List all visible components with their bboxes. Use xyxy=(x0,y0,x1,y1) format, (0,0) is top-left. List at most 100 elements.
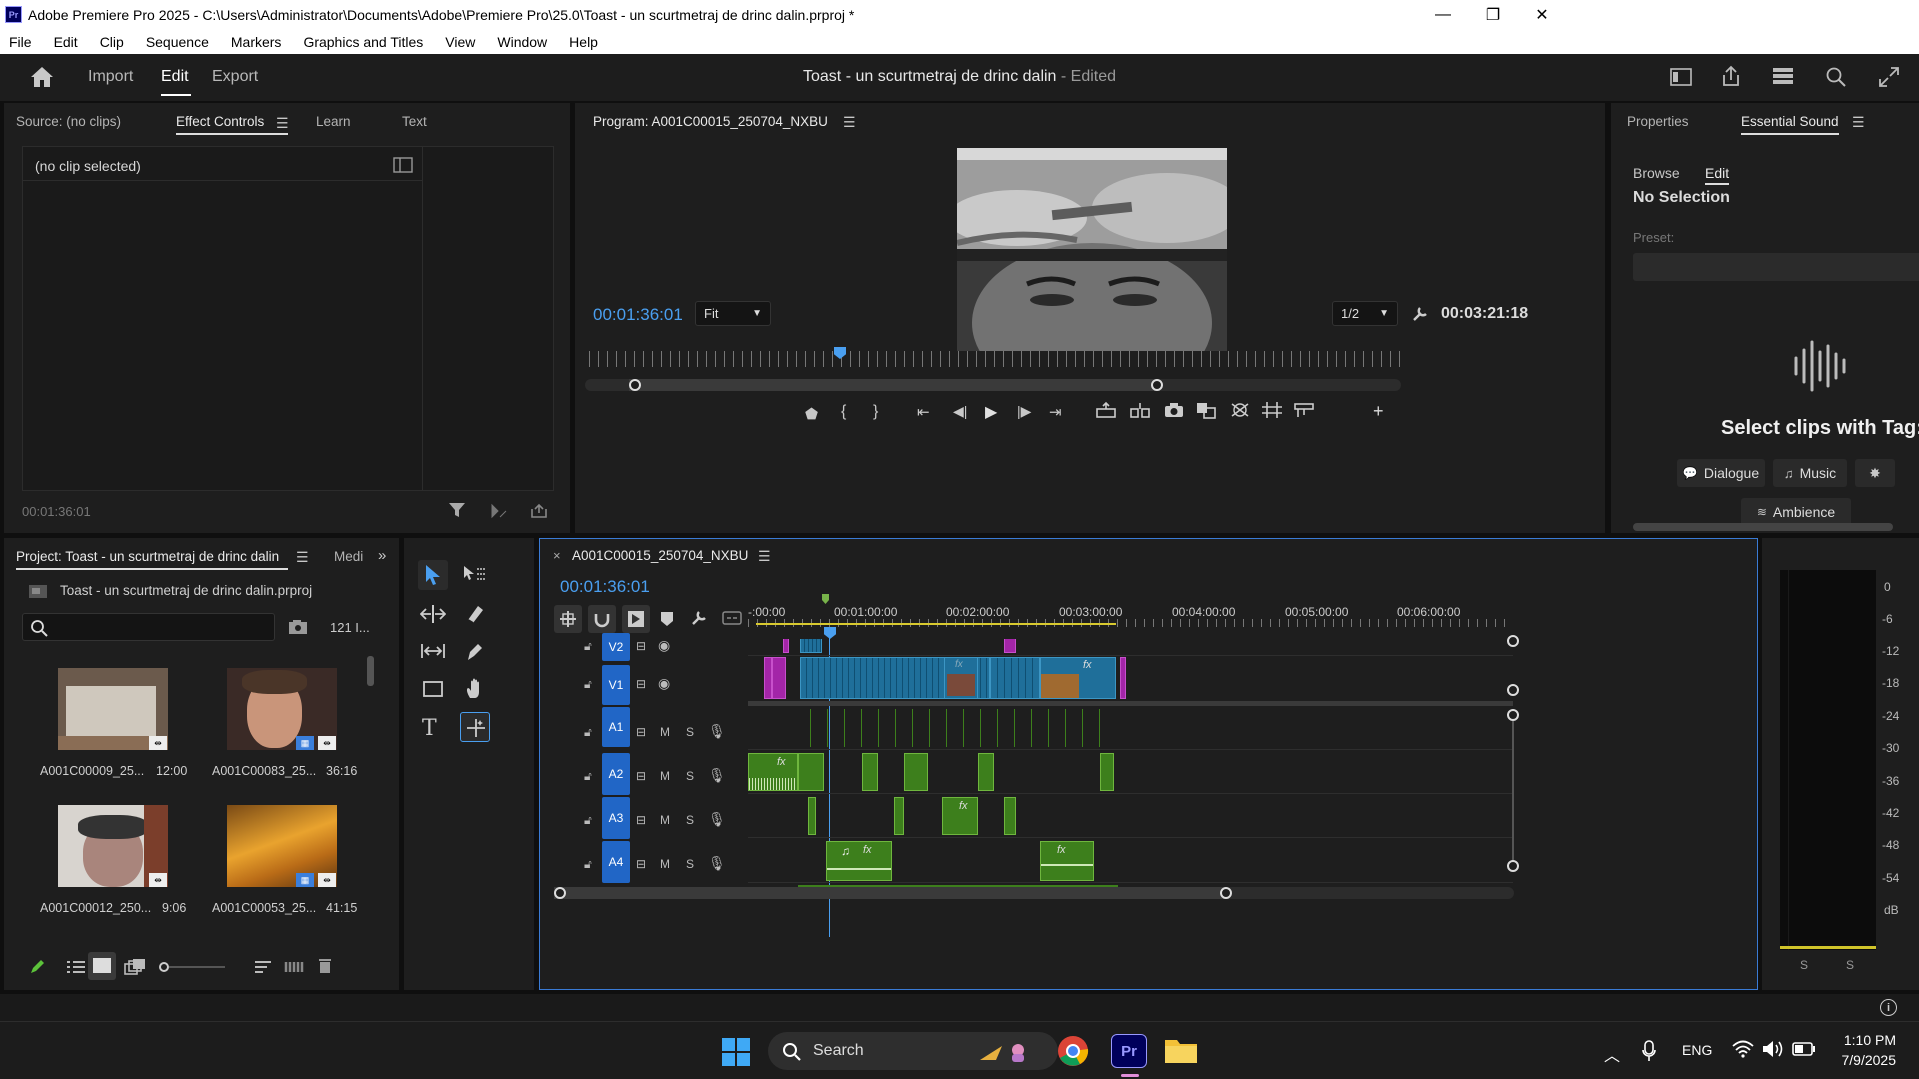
wifi-icon[interactable] xyxy=(1732,1040,1754,1058)
premiere-taskbar-icon[interactable]: Pr xyxy=(1111,1034,1147,1068)
lock-icon[interactable]: 🔓︎ xyxy=(584,769,592,784)
export-frame-camera-icon[interactable] xyxy=(1163,401,1185,419)
program-current-timecode[interactable]: 00:01:36:01 xyxy=(593,305,683,325)
tab-source[interactable]: Source: (no clips) xyxy=(16,114,121,129)
go-to-in-icon[interactable]: ⇤ xyxy=(917,403,930,421)
sync-lock-icon[interactable]: ⊟ xyxy=(636,677,646,691)
video-clip[interactable]: fx xyxy=(944,657,978,699)
pencil-icon[interactable] xyxy=(28,958,46,976)
menu-edit[interactable]: Edit xyxy=(51,34,81,50)
mute-button[interactable]: M xyxy=(660,769,670,783)
sync-lock-icon[interactable]: ⊟ xyxy=(636,639,646,653)
more-panels-icon[interactable]: » xyxy=(378,547,386,564)
pen-tool-icon[interactable] xyxy=(464,640,486,662)
project-tab[interactable]: Project: Toast - un scurtmetraj de drinc… xyxy=(16,549,279,564)
tray-expand-icon[interactable]: ︿ xyxy=(1604,1042,1620,1066)
video-clip[interactable] xyxy=(1120,657,1126,699)
timeline-zoom-range[interactable] xyxy=(554,887,1226,899)
program-time-ruler[interactable] xyxy=(589,351,1401,367)
subtab-edit[interactable]: Edit xyxy=(1705,165,1729,181)
preset-dropdown[interactable] xyxy=(1633,253,1919,281)
chrome-icon[interactable] xyxy=(1056,1034,1090,1068)
battery-icon[interactable] xyxy=(1792,1042,1816,1056)
timeline-playhead[interactable] xyxy=(824,627,836,639)
tab-text[interactable]: Text xyxy=(402,114,427,129)
track-a4[interactable]: A4 xyxy=(602,841,630,883)
play-icon[interactable]: ▶ xyxy=(985,402,997,422)
microphone-icon[interactable]: 🎙︎ xyxy=(708,855,726,872)
video-clip[interactable] xyxy=(1004,639,1016,653)
menu-file[interactable]: File xyxy=(6,34,35,50)
subtab-browse[interactable]: Browse xyxy=(1633,165,1680,181)
timeline-zoom-handle-right[interactable] xyxy=(1220,887,1232,899)
mute-button[interactable]: M xyxy=(660,857,670,871)
tab-essential-sound[interactable]: Essential Sound xyxy=(1741,114,1839,129)
settings-wrench-icon[interactable] xyxy=(1411,305,1429,323)
resolution-select[interactable]: 1/2 ▼ xyxy=(1332,301,1398,326)
proxy-toggle-icon[interactable] xyxy=(1229,401,1251,419)
clock-date[interactable]: 7/9/2025 xyxy=(1832,1052,1897,1068)
sync-lock-icon[interactable]: ⊟ xyxy=(636,813,646,827)
program-zoom-range[interactable] xyxy=(629,379,1155,391)
windows-start-icon[interactable] xyxy=(721,1037,751,1067)
audio-clip[interactable] xyxy=(862,753,878,791)
audio-clip[interactable]: fx xyxy=(942,797,978,835)
lock-icon[interactable]: 🔓︎ xyxy=(584,813,592,828)
generative-extend-button[interactable] xyxy=(460,712,490,742)
menu-window[interactable]: Window xyxy=(494,34,550,50)
ripple-edit-icon[interactable] xyxy=(420,604,446,624)
tag-music-button[interactable]: ♫ Music xyxy=(1773,459,1847,487)
es-menu-icon[interactable]: ☰ xyxy=(1852,114,1865,131)
video-clip[interactable] xyxy=(990,657,1040,699)
tab-effect-controls[interactable]: Effect Controls xyxy=(176,114,264,129)
rectangle-tool-icon[interactable] xyxy=(422,680,444,698)
list-view-icon[interactable] xyxy=(66,959,86,975)
multicam-icon[interactable] xyxy=(1293,401,1315,419)
track-select-icon[interactable] xyxy=(462,564,486,584)
audio-clip[interactable]: ♫ fx xyxy=(826,841,892,881)
audio-clip[interactable]: fx xyxy=(1040,841,1094,881)
menu-help[interactable]: Help xyxy=(566,34,601,50)
info-icon[interactable]: i xyxy=(1880,999,1897,1016)
tab-export[interactable]: Export xyxy=(212,68,258,86)
audio-scroll-handle-bottom[interactable] xyxy=(1507,860,1519,872)
menu-sequence[interactable]: Sequence xyxy=(143,34,212,50)
eye-icon[interactable]: ◉ xyxy=(658,675,670,692)
audio-clip[interactable] xyxy=(808,797,816,835)
solo-button[interactable]: S xyxy=(686,857,694,871)
menu-markers[interactable]: Markers xyxy=(228,34,285,50)
hand-tool-icon[interactable] xyxy=(464,678,486,700)
lock-icon[interactable]: 🔓︎ xyxy=(584,677,592,692)
video-scroll-handle-bottom[interactable] xyxy=(1507,684,1519,696)
lock-icon[interactable]: 🔓︎ xyxy=(584,725,592,740)
video-clip[interactable] xyxy=(772,657,786,699)
mark-in-icon[interactable]: { xyxy=(841,403,846,421)
lock-icon[interactable]: 🔓︎ xyxy=(584,857,592,872)
video-clip[interactable] xyxy=(800,639,822,653)
audio-clip[interactable] xyxy=(804,709,1104,747)
audio-clip[interactable] xyxy=(798,753,824,791)
sync-lock-icon[interactable]: ⊟ xyxy=(636,857,646,871)
selection-tool-button[interactable] xyxy=(418,560,448,590)
linked-selection-button[interactable] xyxy=(622,605,650,633)
extract-icon[interactable] xyxy=(1129,401,1151,419)
restore-button[interactable]: ❐ xyxy=(1470,0,1516,29)
project-search-input[interactable] xyxy=(22,613,275,641)
comparison-view-icon[interactable] xyxy=(1195,401,1217,419)
captions-icon[interactable] xyxy=(722,611,742,625)
clock-time[interactable]: 1:10 PM xyxy=(1840,1032,1896,1048)
sequence-menu-icon[interactable]: ☰ xyxy=(758,548,771,565)
taskbar-search-box[interactable]: Search xyxy=(768,1032,1058,1070)
mark-out-icon[interactable]: } xyxy=(873,403,878,421)
sort-icon[interactable] xyxy=(254,959,272,975)
thumbnail-size-handle[interactable] xyxy=(159,962,169,972)
meter-solo-right[interactable]: S xyxy=(1846,958,1854,972)
timeline-settings-wrench-icon[interactable] xyxy=(690,609,708,627)
search-help-icon[interactable] xyxy=(1825,66,1847,88)
audio-clip[interactable] xyxy=(978,753,994,791)
microphone-icon[interactable]: 🎙︎ xyxy=(708,767,726,784)
microphone-tray-icon[interactable] xyxy=(1642,1040,1656,1062)
fullscreen-icon[interactable] xyxy=(1878,66,1900,88)
razor-icon[interactable] xyxy=(464,602,486,624)
share-icon[interactable] xyxy=(1720,65,1742,87)
